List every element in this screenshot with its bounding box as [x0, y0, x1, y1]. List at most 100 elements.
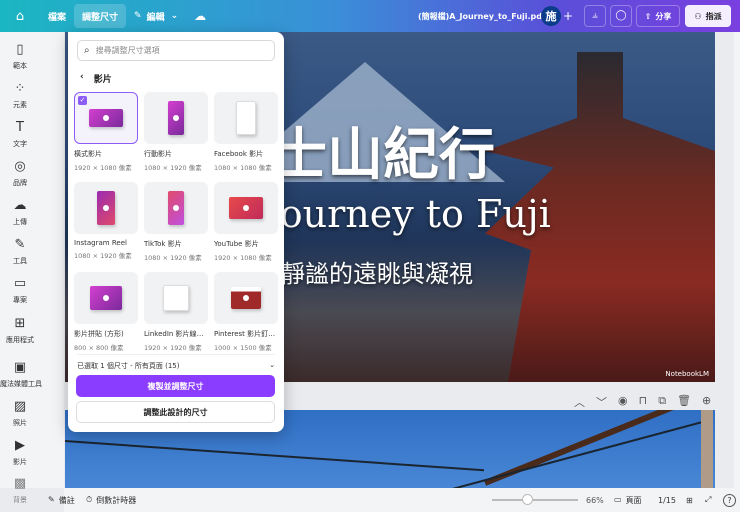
pages-button[interactable]: ▭ 頁面	[614, 495, 642, 506]
option-name: 行動影片	[144, 150, 172, 158]
top-toolbar: ⌂ 檔案 調整尺寸 ✎ 編輯 ⌄ ☁ (簡報檔)A_Journey_to_Fuji.…	[0, 0, 740, 32]
page-counter: 1/15	[658, 495, 676, 505]
pencil-icon: ✎	[134, 11, 142, 21]
resize-menu[interactable]: 調整尺寸	[74, 4, 127, 28]
sidebar-label: 專案	[13, 296, 27, 304]
search-placeholder: 搜尋調整尺寸選項	[95, 46, 160, 55]
zoom-slider-handle[interactable]	[522, 494, 534, 505]
resize-option[interactable]: TikTok 影片 1080 × 1920 像素	[144, 182, 208, 262]
sidebar-item-tools[interactable]: ✎ 工具	[0, 237, 40, 266]
sidebar-label: 品牌	[13, 179, 27, 187]
option-name: 橫式影片	[74, 150, 102, 158]
selection-summary-dropdown[interactable]: 已選取 1 個尺寸 - 所有頁面 (15) ⌄	[77, 354, 275, 371]
trash-icon[interactable]: 🗑	[677, 394, 691, 410]
move-down-icon[interactable]: ﹀	[596, 394, 607, 410]
sidebar-label: 應用程式	[6, 336, 34, 344]
pinterest-video-thumbnail	[231, 287, 261, 309]
grid-view-icon[interactable]: ⊞	[686, 496, 693, 505]
lock-icon[interactable]: ⊓	[639, 394, 648, 410]
sidebar-label: 元素	[13, 101, 27, 109]
timer-button[interactable]: ⏱ 倒數計時器	[86, 495, 136, 506]
notes-button[interactable]: ✎ 備註	[48, 495, 75, 506]
file-menu[interactable]: 檔案	[40, 4, 74, 28]
sidebar-item-apps[interactable]: ⊞ 應用程式	[0, 316, 40, 345]
page-toolbar: ︿ ﹀ ◉ ⊓ ⧉ 🗑 ⊕	[574, 394, 711, 410]
edit-label: 編輯	[146, 12, 165, 23]
fullscreen-icon[interactable]: ⤢	[705, 495, 711, 505]
slide-subtitle-zh[interactable]: 靜謐的遠眺與凝視	[281, 254, 473, 289]
comment-icon[interactable]: ◯	[610, 5, 632, 27]
option-dimensions: 1080 × 1080 像素	[214, 164, 272, 172]
option-dimensions: 1000 × 1500 像素	[214, 344, 272, 352]
resize-option[interactable]: ✓ 橫式影片 1920 × 1080 像素	[74, 92, 138, 172]
copy-and-resize-button[interactable]: 複製並調整尺寸	[76, 375, 275, 397]
resize-option[interactable]: YouTube 影片 1920 × 1080 像素	[214, 182, 278, 262]
upload-icon: ⇧	[644, 11, 652, 21]
analytics-icon[interactable]: ⫨	[584, 5, 606, 27]
resize-this-design-button[interactable]: 調整此設計的尺寸	[76, 401, 275, 423]
photo-icon: ▨	[13, 399, 27, 414]
chevron-left-icon: ‹	[80, 72, 84, 82]
zoom-slider[interactable]	[492, 494, 578, 505]
hide-icon[interactable]: ◉	[618, 394, 628, 410]
help-icon[interactable]: ?	[723, 493, 736, 507]
file-name[interactable]: (簡報檔)A_Journey_to_Fuji.pdf	[418, 11, 546, 22]
option-name: 影片拼貼 (方形)	[74, 330, 124, 338]
move-up-icon[interactable]: ︿	[574, 394, 585, 410]
add-collaborator-button[interactable]: +	[563, 9, 573, 23]
linkedin-video-thumbnail	[163, 285, 189, 311]
left-sidebar: ▯ 範本 ⁘ 元素 T 文字 ◎ 品牌 ☁ 上傳 ✎ 工具 ▭ 專案 ⊞ 應用程式 ▣ 魔法媒體工…	[0, 32, 64, 504]
assign-button[interactable]: ⚇ 指派	[685, 5, 731, 27]
option-dimensions: 1920 × 1080 像素	[74, 164, 132, 172]
sidebar-item-magic-media[interactable]: ▣ 魔法媒體工具	[0, 360, 42, 389]
sidebar-label: 範本	[13, 62, 27, 70]
sidebar-item-projects[interactable]: ▭ 專案	[0, 276, 40, 305]
search-icon: ⌕	[84, 45, 90, 56]
apps-icon: ⊞	[14, 316, 26, 331]
avatar[interactable]: 施	[541, 6, 561, 26]
sidebar-label: 文字	[13, 140, 27, 148]
option-dimensions: 1080 × 1920 像素	[74, 252, 132, 260]
pages-label: 頁面	[625, 495, 642, 505]
resize-option[interactable]: LinkedIn 影片線上... 1920 × 1920 像素	[144, 272, 208, 352]
resize-option[interactable]: Pinterest 影片釘圖 ... 1000 × 1500 像素	[214, 272, 278, 352]
notebooklm-watermark: NotebookLM	[665, 370, 709, 378]
sidebar-item-photos[interactable]: ▨ 照片	[0, 399, 40, 428]
sidebar-item-videos[interactable]: ▶ 影片	[0, 438, 40, 467]
home-icon[interactable]: ⌂	[0, 9, 40, 24]
sidebar-item-uploads[interactable]: ☁ 上傳	[0, 198, 40, 227]
sidebar-item-background[interactable]: ▩ 背景	[0, 476, 40, 505]
landscape-video-thumbnail	[89, 109, 123, 127]
draw-icon: ✎	[14, 237, 26, 252]
video-icon: ▶	[15, 438, 25, 453]
add-page-icon[interactable]: ⊕	[702, 394, 711, 410]
cloud-saved-icon[interactable]: ☁	[194, 9, 206, 23]
assign-label: 指派	[705, 11, 722, 21]
mobile-video-thumbnail	[168, 101, 184, 135]
resize-option[interactable]: 行動影片 1080 × 1920 像素	[144, 92, 208, 172]
timer-icon: ⏱	[86, 494, 93, 504]
share-button[interactable]: ⇧ 分享	[636, 5, 680, 27]
zoom-percentage[interactable]: 66%	[586, 496, 604, 505]
resize-option[interactable]: Instagram Reel 1080 × 1920 像素	[74, 182, 138, 262]
edit-menu[interactable]: ✎ 編輯 ⌄	[126, 4, 186, 28]
resize-option[interactable]: Facebook 影片 1080 × 1080 像素	[214, 92, 278, 172]
canvas-scrollbar[interactable]	[734, 32, 740, 488]
text-icon: T	[16, 120, 24, 135]
pages-icon: ▭	[614, 494, 622, 504]
chevron-down-icon: ⌄	[170, 11, 179, 21]
duplicate-icon[interactable]: ⧉	[658, 394, 666, 410]
elements-icon: ⁘	[14, 81, 26, 96]
sidebar-item-brand[interactable]: ◎ 品牌	[0, 159, 40, 188]
resize-option[interactable]: 影片拼貼 (方形) 800 × 800 像素	[74, 272, 138, 352]
checkbox-checked-icon[interactable]: ✓	[78, 96, 87, 105]
option-dimensions: 1080 × 1920 像素	[144, 164, 202, 172]
bottom-bar: ✎ 備註 ⏱ 倒數計時器 66% ▭ 頁面 1/15 ⊞ ⤢ ?	[48, 488, 740, 512]
sidebar-item-templates[interactable]: ▯ 範本	[0, 42, 40, 71]
option-name: Pinterest 影片釘圖 ...	[214, 330, 278, 338]
sidebar-item-elements[interactable]: ⁘ 元素	[0, 81, 40, 110]
back-button[interactable]: ‹ 影片	[80, 72, 112, 85]
resize-search-input[interactable]: ⌕ 搜尋調整尺寸選項	[77, 40, 275, 61]
sidebar-item-text[interactable]: T 文字	[0, 120, 40, 149]
notes-icon: ✎	[48, 494, 55, 504]
